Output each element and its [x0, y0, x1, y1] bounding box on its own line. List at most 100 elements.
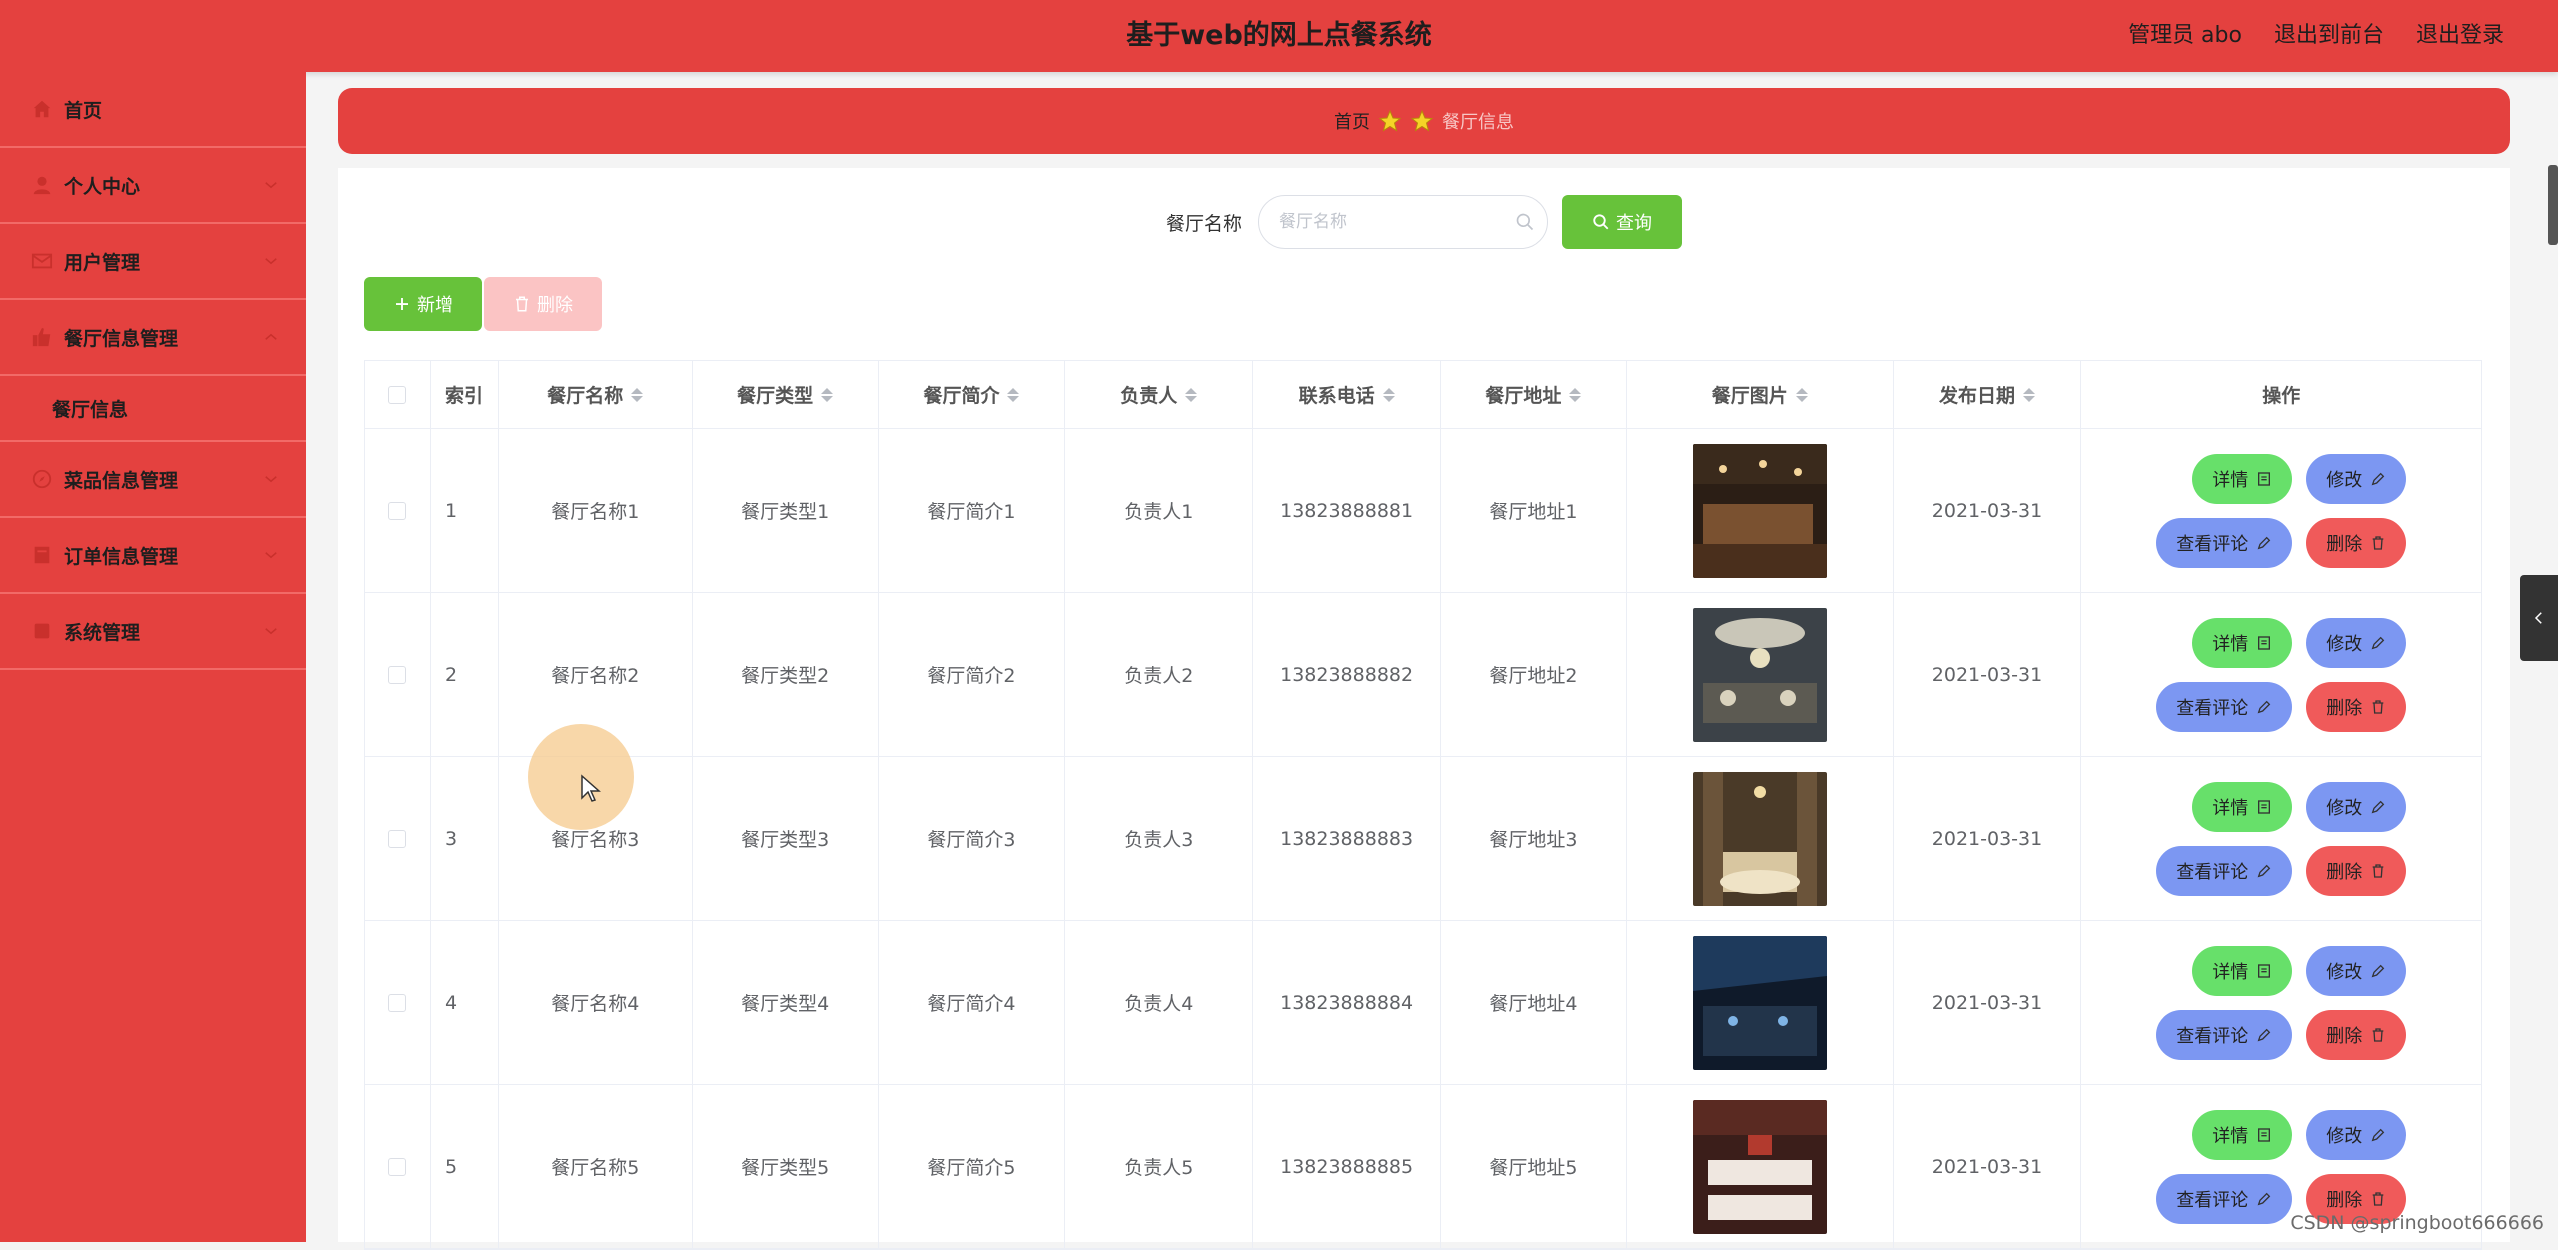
restaurant-image[interactable] — [1693, 608, 1827, 742]
collapse-tab[interactable] — [2520, 575, 2558, 661]
restaurant-image[interactable] — [1693, 936, 1827, 1070]
page-scrollbar-thumb[interactable] — [2548, 165, 2558, 245]
sidebar-item-personal-center[interactable]: 个人中心 — [0, 148, 306, 224]
detail-button[interactable]: 详情 — [2192, 618, 2292, 668]
row-checkbox-cell — [365, 921, 431, 1084]
cell-owner: 负责人3 — [1065, 757, 1253, 920]
sidebar-item-restaurant-management[interactable]: 餐厅信息管理 — [0, 300, 306, 376]
sidebar-item-user-management[interactable]: 用户管理 — [0, 224, 306, 300]
cell-intro: 餐厅简介1 — [879, 429, 1066, 592]
batch-delete-button[interactable]: 删除 — [484, 277, 602, 331]
pencil-icon — [2370, 1127, 2386, 1143]
column-header-owner[interactable]: 负责人 — [1065, 361, 1253, 428]
column-header-label: 餐厅地址 — [1485, 381, 1561, 408]
review-button[interactable]: 查看评论 — [2156, 1174, 2292, 1224]
cell-name: 餐厅名称5 — [499, 1085, 693, 1248]
detail-button[interactable]: 详情 — [2192, 782, 2292, 832]
column-header-address[interactable]: 餐厅地址 — [1441, 361, 1627, 428]
restaurant-image[interactable] — [1693, 444, 1827, 578]
column-header-ops: 操作 — [2081, 361, 2481, 428]
sidebar-item-order-management[interactable]: 订单信息管理 — [0, 518, 306, 594]
detail-label: 详情 — [2212, 630, 2248, 656]
select-all-checkbox[interactable] — [388, 386, 406, 404]
edit-label: 修改 — [2326, 1122, 2362, 1148]
sort-icon[interactable] — [1796, 388, 1808, 402]
column-header-name[interactable]: 餐厅名称 — [499, 361, 693, 428]
review-button[interactable]: 查看评论 — [2156, 1010, 2292, 1060]
sort-icon[interactable] — [821, 388, 833, 402]
column-header-date[interactable]: 发布日期 — [1894, 361, 2082, 428]
delete-button[interactable]: 删除 — [2306, 1010, 2406, 1060]
cell-image — [1627, 1085, 1894, 1248]
review-button[interactable]: 查看评论 — [2156, 682, 2292, 732]
sidebar-subitem-restaurant-info[interactable]: 餐厅信息 — [0, 376, 306, 442]
review-button[interactable]: 查看评论 — [2156, 518, 2292, 568]
row-checkbox[interactable] — [388, 666, 406, 684]
sort-icon[interactable] — [2023, 388, 2035, 402]
review-label: 查看评论 — [2176, 694, 2248, 720]
chevron-down-icon — [262, 546, 280, 564]
review-button[interactable]: 查看评论 — [2156, 846, 2292, 896]
sort-icon[interactable] — [1007, 388, 1019, 402]
chevron-down-icon — [262, 470, 280, 488]
table-row: 4 餐厅名称4 餐厅类型4 餐厅简介4 负责人4 13823888884 餐厅地… — [365, 921, 2481, 1085]
exit-to-front-link[interactable]: 退出到前台 — [2274, 17, 2384, 49]
chevron-up-icon — [262, 328, 280, 346]
column-header-image[interactable]: 餐厅图片 — [1627, 361, 1894, 428]
breadcrumb-home[interactable]: 首页 — [1334, 108, 1370, 134]
sort-icon[interactable] — [1383, 388, 1395, 402]
edit-button[interactable]: 修改 — [2306, 946, 2406, 996]
row-checkbox[interactable] — [388, 830, 406, 848]
trash-icon — [2370, 863, 2386, 879]
row-actions: 详情 修改 查看评论 删除 — [2156, 454, 2406, 568]
sidebar-item-dish-management[interactable]: 菜品信息管理 — [0, 442, 306, 518]
cell-type: 餐厅类型4 — [693, 921, 879, 1084]
sidebar-item-system-management[interactable]: 系统管理 — [0, 594, 306, 670]
pencil-icon — [2370, 635, 2386, 651]
restaurant-image[interactable] — [1693, 772, 1827, 906]
edit-button[interactable]: 修改 — [2306, 618, 2406, 668]
detail-button[interactable]: 详情 — [2192, 946, 2292, 996]
sort-icon[interactable] — [1185, 388, 1197, 402]
detail-button[interactable]: 详情 — [2192, 1110, 2292, 1160]
chevron-down-icon — [262, 622, 280, 640]
column-header-phone[interactable]: 联系电话 — [1253, 361, 1441, 428]
edit-button[interactable]: 修改 — [2306, 454, 2406, 504]
batch-delete-label: 删除 — [537, 291, 573, 317]
row-checkbox[interactable] — [388, 502, 406, 520]
edit-button[interactable]: 修改 — [2306, 1110, 2406, 1160]
search-input[interactable] — [1259, 196, 1547, 248]
query-button[interactable]: 查询 — [1562, 195, 1682, 249]
row-checkbox[interactable] — [388, 994, 406, 1012]
delete-button[interactable]: 删除 — [2306, 518, 2406, 568]
doc-icon — [30, 543, 54, 567]
sidebar-item-home[interactable]: 首页 — [0, 72, 306, 148]
search-icon — [1515, 212, 1535, 232]
add-button[interactable]: 新增 — [364, 277, 482, 331]
logout-link[interactable]: 退出登录 — [2416, 17, 2504, 49]
cell-intro: 餐厅简介3 — [879, 757, 1066, 920]
row-checkbox[interactable] — [388, 1158, 406, 1176]
edit-button[interactable]: 修改 — [2306, 782, 2406, 832]
search-label: 餐厅名称 — [1166, 209, 1242, 236]
sort-icon[interactable] — [631, 388, 643, 402]
cell-image — [1627, 593, 1894, 756]
chevron-down-icon — [262, 252, 280, 270]
cell-address: 餐厅地址5 — [1441, 1085, 1627, 1248]
breadcrumb: 首页 餐厅信息 — [338, 88, 2510, 154]
cell-name: 餐厅名称4 — [499, 921, 693, 1084]
cell-phone: 13823888883 — [1253, 757, 1441, 920]
home-icon — [30, 97, 54, 121]
restaurant-image[interactable] — [1693, 1100, 1827, 1234]
cell-index: 2 — [431, 593, 499, 756]
trash-icon — [2370, 1191, 2386, 1207]
sidebar-item-label: 系统管理 — [64, 618, 140, 645]
delete-button[interactable]: 删除 — [2306, 846, 2406, 896]
sort-icon[interactable] — [1569, 388, 1581, 402]
delete-button[interactable]: 删除 — [2306, 682, 2406, 732]
detail-button[interactable]: 详情 — [2192, 454, 2292, 504]
column-header-type[interactable]: 餐厅类型 — [693, 361, 879, 428]
column-header-intro[interactable]: 餐厅简介 — [879, 361, 1066, 428]
review-label: 查看评论 — [2176, 1022, 2248, 1048]
cell-owner: 负责人2 — [1065, 593, 1253, 756]
